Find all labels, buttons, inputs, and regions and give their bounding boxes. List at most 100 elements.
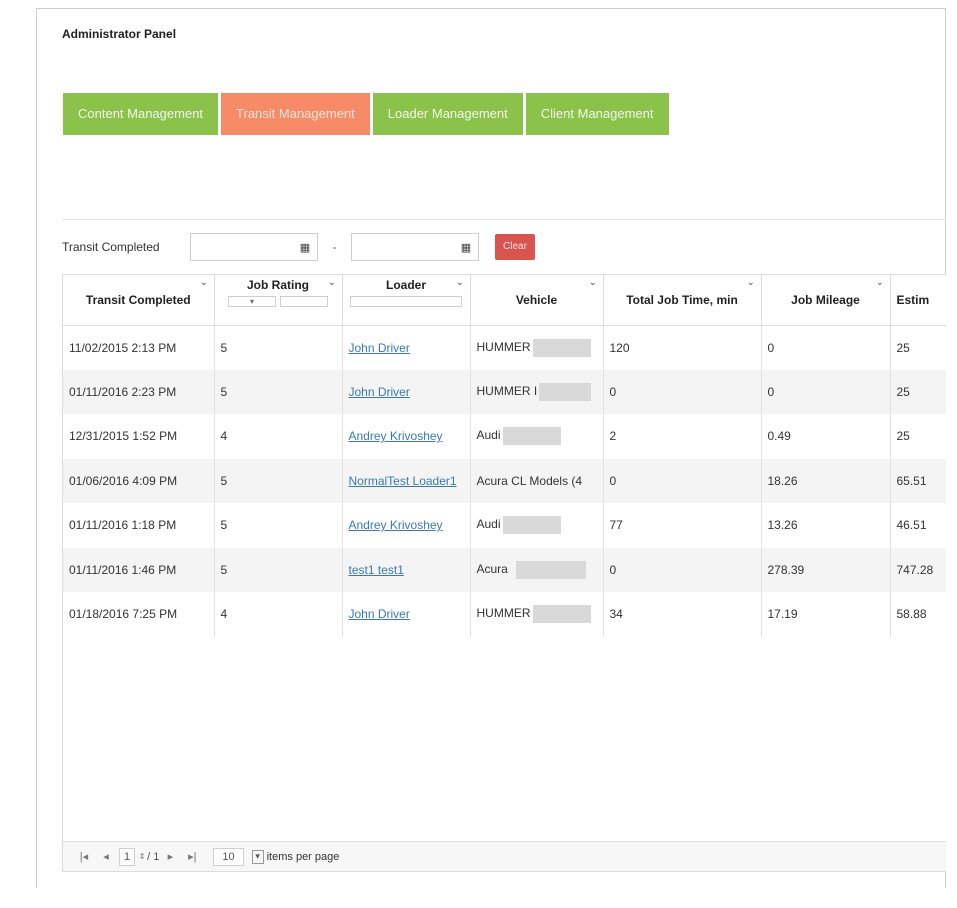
cell-estim: 25: [890, 414, 946, 459]
loader-link[interactable]: John Driver: [349, 607, 410, 621]
page-spinner-icon[interactable]: ⇕: [137, 852, 147, 861]
page-count: / 1: [147, 850, 160, 863]
sort-chevron-icon[interactable]: ⌄: [200, 277, 208, 288]
cell-total-job-time: 120: [603, 325, 762, 370]
table-row[interactable]: 12/31/2015 1:52 PM 4 Andrey Krivoshey Au…: [63, 414, 946, 459]
column-header-transit-completed[interactable]: ⌄ Transit Completed: [63, 275, 215, 326]
cell-job-rating: 4: [214, 592, 343, 637]
cell-vehicle: HUMMER I: [470, 369, 604, 414]
cell-loader: John Driver: [342, 592, 471, 637]
table-header-row: ⌄ Transit Completed ⌄ Job Rating ▾ ⌄ Loa…: [63, 275, 946, 326]
table-row[interactable]: 01/11/2016 2:23 PM 5 John Driver HUMMER …: [63, 369, 946, 414]
tab-loader-management[interactable]: Loader Management: [372, 93, 523, 135]
table-row[interactable]: 01/06/2016 4:09 PM 5 NormalTest Loader1 …: [63, 458, 946, 503]
table-row[interactable]: 11/02/2015 2:13 PM 5 John Driver HUMMER …: [63, 325, 946, 370]
next-page-icon[interactable]: ▸: [159, 850, 181, 863]
prev-page-icon[interactable]: ◂: [95, 850, 117, 863]
loader-link[interactable]: John Driver: [349, 385, 410, 399]
cell-vehicle: Acura CL Models (4: [470, 458, 604, 503]
cell-loader: John Driver: [342, 369, 471, 414]
column-header-loader[interactable]: ⌄ Loader: [342, 275, 471, 326]
cell-job-mileage: 0: [761, 369, 891, 414]
column-filter: [349, 296, 464, 308]
loader-link[interactable]: test1 test1: [349, 563, 404, 577]
cell-transit-completed: 01/11/2016 1:46 PM: [63, 547, 215, 592]
tab-content-management[interactable]: Content Management: [63, 93, 219, 135]
date-from-picker: ▦: [190, 233, 318, 261]
cell-total-job-time: 77: [603, 503, 762, 548]
cell-total-job-time: 0: [603, 547, 762, 592]
calendar-icon[interactable]: ▦: [454, 241, 478, 254]
cell-transit-completed: 11/02/2015 2:13 PM: [63, 325, 215, 370]
redacted-block: [502, 427, 561, 446]
cell-total-job-time: 0: [603, 458, 762, 503]
sort-chevron-icon[interactable]: ⌄: [328, 277, 336, 288]
cell-loader: Andrey Krivoshey: [342, 414, 471, 459]
cell-estim: 46.51: [890, 503, 946, 548]
table-row[interactable]: 01/11/2016 1:18 PM 5 Andrey Krivoshey Au…: [63, 503, 946, 548]
column-header-total-job-time[interactable]: ⌄ Total Job Time, min: [603, 275, 762, 326]
column-filter-input[interactable]: [280, 296, 328, 308]
column-filter-input[interactable]: [350, 296, 462, 308]
page-number-input[interactable]: 1: [119, 847, 136, 866]
redacted-block: [539, 382, 592, 401]
cell-total-job-time: 0: [603, 369, 762, 414]
cell-job-rating: 4: [214, 414, 343, 459]
clear-button[interactable]: Clear: [495, 234, 535, 260]
redacted-block: [532, 338, 591, 357]
cell-vehicle: HUMMER: [470, 592, 604, 637]
main-tabs: Content Management Transit Management Lo…: [63, 93, 669, 135]
table-row[interactable]: 01/11/2016 1:46 PM 5 test1 test1 Acura 0…: [63, 547, 946, 592]
cell-job-rating: 5: [214, 325, 343, 370]
tab-transit-management[interactable]: Transit Management: [221, 93, 370, 135]
cell-estim: 25: [890, 369, 946, 414]
vehicle-name: Audi: [476, 517, 501, 532]
chevron-down-icon[interactable]: ▾: [251, 849, 264, 864]
sort-chevron-icon[interactable]: ⌄: [876, 277, 884, 288]
cell-estim: 58.88: [890, 592, 946, 637]
date-to-picker: ▦: [351, 233, 479, 261]
column-filter: ▾: [221, 296, 336, 308]
column-header-job-rating[interactable]: ⌄ Job Rating ▾: [214, 275, 343, 326]
loader-link[interactable]: John Driver: [349, 341, 410, 355]
column-header-vehicle[interactable]: ⌄ Vehicle: [470, 275, 604, 326]
cell-vehicle: Audi: [470, 414, 604, 459]
cell-job-mileage: 0: [761, 325, 891, 370]
page-title: Administrator Panel: [62, 27, 177, 41]
tab-client-management[interactable]: Client Management: [525, 93, 669, 135]
column-header-job-mileage[interactable]: ⌄ Job Mileage: [761, 275, 891, 326]
vehicle-name: HUMMER: [476, 606, 531, 621]
items-per-page-label: items per page: [266, 850, 340, 863]
cell-total-job-time: 2: [603, 414, 762, 459]
column-header-estim[interactable]: Estim: [890, 275, 946, 326]
redacted-block: [502, 516, 561, 535]
first-page-icon[interactable]: |◂: [73, 850, 95, 863]
loader-link[interactable]: Andrey Krivoshey: [349, 518, 443, 532]
cell-job-rating: 5: [214, 547, 343, 592]
calendar-icon[interactable]: ▦: [293, 241, 317, 254]
date-to-input[interactable]: [352, 234, 454, 260]
transit-grid: ⌄ Transit Completed ⌄ Job Rating ▾ ⌄ Loa…: [62, 274, 946, 872]
loader-link[interactable]: Andrey Krivoshey: [349, 429, 443, 443]
date-from-input[interactable]: [191, 234, 293, 260]
sort-chevron-icon[interactable]: ⌄: [456, 277, 464, 288]
cell-job-rating: 5: [214, 458, 343, 503]
vehicle-name: HUMMER I: [476, 383, 538, 398]
divider: [62, 219, 946, 220]
sort-chevron-icon[interactable]: ⌄: [747, 277, 755, 288]
table-row[interactable]: 01/18/2016 7:25 PM 4 John Driver HUMMER …: [63, 592, 946, 637]
cell-job-mileage: 18.26: [761, 458, 891, 503]
cell-job-mileage: 17.19: [761, 592, 891, 637]
cell-loader: John Driver: [342, 325, 471, 370]
cell-estim: 65.51: [890, 458, 946, 503]
last-page-icon[interactable]: ▸|: [181, 850, 203, 863]
cell-transit-completed: 01/18/2016 7:25 PM: [63, 592, 215, 637]
loader-link[interactable]: NormalTest Loader1: [349, 474, 457, 488]
column-filter-operator[interactable]: ▾: [228, 296, 276, 308]
cell-total-job-time: 34: [603, 592, 762, 637]
transit-table: ⌄ Transit Completed ⌄ Job Rating ▾ ⌄ Loa…: [63, 275, 946, 637]
redacted-block: [532, 605, 591, 624]
page-size-select[interactable]: 10: [213, 847, 244, 866]
sort-chevron-icon[interactable]: ⌄: [589, 277, 597, 288]
date-range-separator: -: [332, 240, 337, 254]
